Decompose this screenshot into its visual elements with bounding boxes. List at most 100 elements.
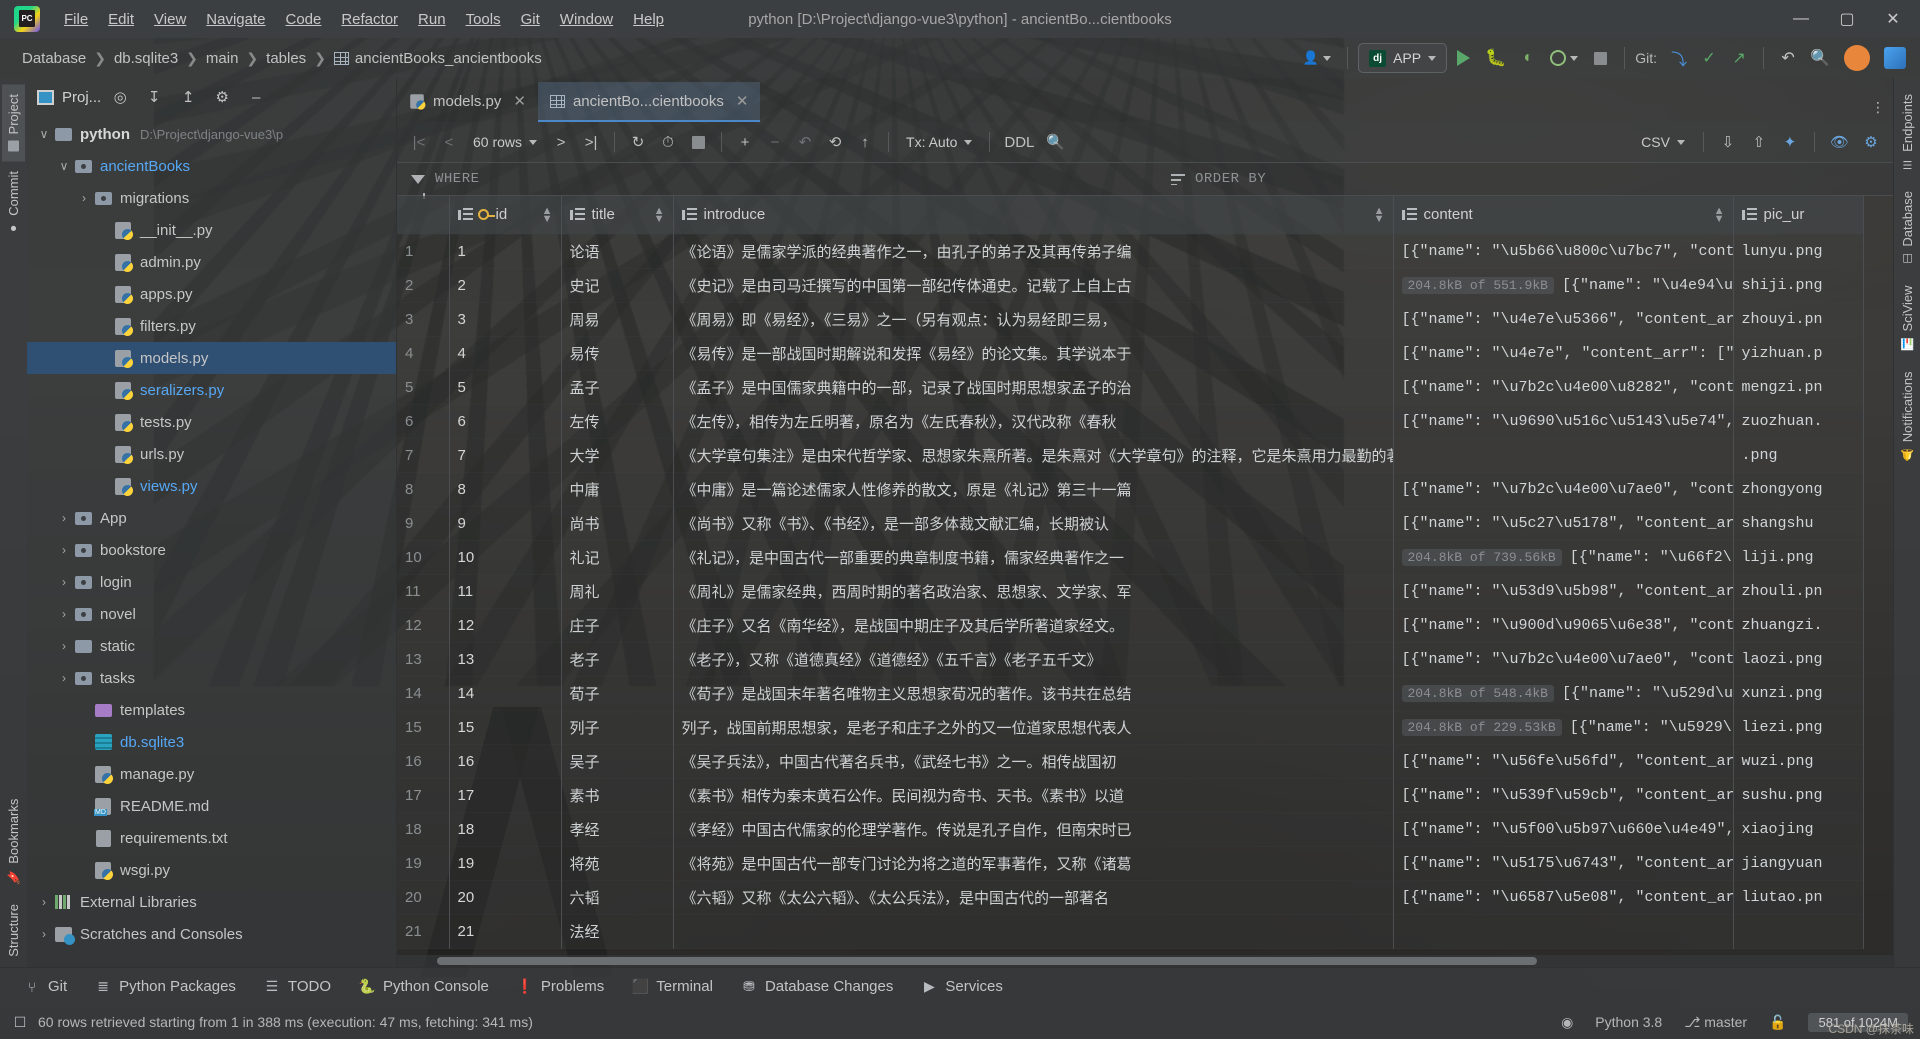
sort-indicator-icon[interactable]: ▲ ▼ (542, 205, 553, 224)
run-coverage-button[interactable]: ◐ (1514, 44, 1542, 72)
cell-title[interactable]: 礼记 (561, 540, 674, 575)
page-size-selector[interactable]: 60 rows (465, 134, 545, 150)
rail-tab-structure[interactable]: Structure (2, 894, 25, 967)
close-icon[interactable]: ✕ (736, 92, 749, 110)
breadcrumb-tables[interactable]: tables (260, 48, 312, 69)
cell-rownum[interactable]: 16 (397, 744, 450, 779)
reload-button[interactable]: ↻ (624, 128, 652, 156)
cell-pic_url[interactable]: lunyu.png (1733, 234, 1864, 269)
tree-node-urls-py[interactable]: urls.py (27, 438, 396, 470)
cell-title[interactable]: 史记 (561, 268, 674, 303)
menu-run[interactable]: Run (408, 7, 456, 32)
cell-content[interactable]: [{"name": "\u5b66\u800c\u7bc7", "content… (1393, 234, 1734, 269)
cell-title[interactable]: 六韬 (561, 880, 674, 915)
breadcrumb-table-name[interactable]: ancientBooks_ancientbooks (328, 48, 548, 69)
tree-node-novel[interactable]: › novel (27, 598, 396, 630)
cell-id[interactable]: 17 (449, 778, 562, 813)
table-row[interactable]: 18 18 孝经 《孝经》中国古代儒家的伦理学著作。传说是孔子自作，但南宋时已 [{"n… (397, 812, 1864, 847)
export-data-button[interactable]: ⇩ (1714, 128, 1742, 156)
menu-refactor[interactable]: Refactor (331, 7, 408, 32)
tab-models-py[interactable]: models.py ✕ (397, 82, 538, 122)
tree-node-manage-py[interactable]: manage.py (27, 758, 396, 790)
table-row[interactable]: 6 6 左传 《左传》，相传为左丘明著，原名为《左氏春秋》，汉代改称《春秋 [{"nam… (397, 404, 1864, 439)
cell-rownum[interactable]: 21 (397, 914, 450, 949)
hide-panel-button[interactable]: – (241, 83, 271, 111)
rail-tab-notifications[interactable]: 🔔 Notifications (1896, 361, 1919, 471)
cell-content[interactable]: [{"name": "\u900d\u9065\u6e38", "content… (1393, 608, 1734, 643)
order-by-filter[interactable]: ORDER BY (1157, 171, 1280, 187)
table-row[interactable]: 13 13 老子 《老子》，又称《道德真经》《道德经》《五千言》《老子五千文》 [{"n… (397, 642, 1864, 677)
table-row[interactable]: 7 7 大学 《大学章句集注》是由宋代哲学家、思想家朱熹所著。是朱熹对《大学章句》的注… (397, 438, 1864, 473)
chevron-down-icon[interactable]: ∨ (55, 159, 73, 173)
chevron-right-icon[interactable]: › (55, 575, 73, 589)
cell-title[interactable]: 左传 (561, 404, 674, 439)
python-interpreter-status[interactable]: Python 3.8 (1595, 1014, 1662, 1030)
table-row[interactable]: 15 15 列子 列子，战国前期思想家，是老子和庄子之外的又一位道家思想代表人 204.… (397, 710, 1864, 745)
tree-node-templates[interactable]: templates (27, 694, 396, 726)
column-header-rownum[interactable] (397, 196, 450, 235)
cell-introduce[interactable]: 《中庸》是一篇论述儒家人性修养的散文，原是《礼记》第三十一篇 (673, 472, 1394, 507)
tree-node-admin-py[interactable]: admin.py (27, 246, 396, 278)
scroll-from-source-button[interactable]: ◎ (105, 83, 135, 111)
scrollbar-thumb[interactable] (437, 957, 1537, 965)
cell-content[interactable]: [{"name": "\u7b2c\u4e00\u7ae0", "content… (1393, 472, 1734, 507)
tool-window-services[interactable]: ▶ Services (907, 974, 1017, 999)
close-icon[interactable]: ✕ (513, 92, 526, 110)
query-history-button[interactable]: ⏱ (654, 128, 682, 156)
horizontal-scrollbar[interactable] (397, 955, 1893, 967)
cell-content[interactable]: [{"name": "\u53d9\u5b98", "content_arr":… (1393, 574, 1734, 609)
git-commit-button[interactable]: ✓ (1695, 44, 1723, 72)
cell-rownum[interactable]: 18 (397, 812, 450, 847)
run-button[interactable] (1449, 44, 1477, 72)
breadcrumb-main[interactable]: main (200, 48, 245, 69)
tree-node-wsgi-py[interactable]: wsgi.py (27, 854, 396, 886)
cell-title[interactable]: 周易 (561, 302, 674, 337)
git-update-button[interactable]: ⤵ (1665, 44, 1693, 72)
user-account-icon[interactable]: 👤 (1297, 44, 1337, 72)
rail-tab-sciview[interactable]: 📊 SciView (1896, 275, 1919, 360)
inspection-widget[interactable]: ◉ (1561, 1014, 1573, 1031)
cell-introduce[interactable]: 《老子》，又称《道德真经》《道德经》《五千言》《老子五千文》 (673, 642, 1394, 677)
cell-title[interactable]: 大学 (561, 438, 674, 473)
tree-node-migrations[interactable]: › migrations (27, 182, 396, 214)
cell-pic_url[interactable]: shangshu (1733, 506, 1864, 541)
cell-id[interactable]: 11 (449, 574, 562, 609)
sort-indicator-icon[interactable]: ▲ ▼ (654, 205, 665, 224)
search-everywhere-button[interactable]: 🔍 (1804, 44, 1836, 72)
cell-rownum[interactable]: 13 (397, 642, 450, 677)
tree-node-views-py[interactable]: views.py (27, 470, 396, 502)
chevron-right-icon[interactable]: › (55, 639, 73, 653)
cell-rownum[interactable]: 11 (397, 574, 450, 609)
cell-id[interactable]: 7 (449, 438, 562, 473)
cell-id[interactable]: 15 (449, 710, 562, 745)
cell-pic_url[interactable]: xunzi.png (1733, 676, 1864, 711)
prev-page-button[interactable]: < (435, 128, 463, 156)
cell-id[interactable]: 9 (449, 506, 562, 541)
table-row[interactable]: 9 9 尚书 《尚书》又称《书》、《书经》，是一部多体裁文献汇编，长期被认 [{"nam… (397, 506, 1864, 541)
cell-title[interactable]: 老子 (561, 642, 674, 677)
cell-introduce[interactable]: 《论语》是儒家学派的经典著作之一，由孔子的弟子及其再传弟子编 (673, 234, 1394, 269)
cell-content[interactable]: [{"name": "\u7b2c\u4e00\u8282", "content… (1393, 370, 1734, 405)
cell-introduce[interactable] (673, 914, 1394, 949)
cell-id[interactable]: 16 (449, 744, 562, 779)
cell-content[interactable]: 204.8kB of 229.53kB [{"name": "\u5929\u74… (1393, 710, 1734, 745)
cell-content[interactable]: [{"name": "\u4e7e", "content_arr": ["\u6… (1393, 336, 1734, 371)
tool-window-git[interactable]: ⑂ Git (10, 974, 81, 999)
project-file-tree[interactable]: ∨ python D:\Project\django-vue3\p ∨ ancientB… (27, 116, 396, 967)
table-row[interactable]: 14 14 荀子 《荀子》是战国末年著名唯物主义思想家荀况的著作。该书共在总结 204.… (397, 676, 1864, 711)
cell-rownum[interactable]: 9 (397, 506, 450, 541)
tree-node--init-py[interactable]: __init__.py (27, 214, 396, 246)
rail-tab-database[interactable]: ◫ Database (1896, 181, 1919, 276)
tree-node-readme-md[interactable]: README.md (27, 790, 396, 822)
cell-pic_url[interactable] (1733, 914, 1864, 949)
cell-introduce[interactable]: 《礼记》，是中国古代一部重要的典章制度书籍，儒家经典著作之一 (673, 540, 1394, 575)
tree-node-apps-py[interactable]: apps.py (27, 278, 396, 310)
cell-introduce[interactable]: 《素书》相传为秦末黄石公作。民间视为奇书、天书。《素书》以道 (673, 778, 1394, 813)
cell-introduce[interactable]: 《左传》，相传为左丘明著，原名为《左氏春秋》，汉代改称《春秋 (673, 404, 1394, 439)
undo-button[interactable]: ↶ (1774, 44, 1802, 72)
tree-node-python[interactable]: ∨ python D:\Project\django-vue3\p (27, 118, 396, 150)
menu-tools[interactable]: Tools (456, 7, 511, 32)
cell-introduce[interactable]: 列子，战国前期思想家，是老子和庄子之外的又一位道家思想代表人 (673, 710, 1394, 745)
cell-pic_url[interactable]: xiaojing (1733, 812, 1864, 847)
tree-node-tasks[interactable]: › tasks (27, 662, 396, 694)
